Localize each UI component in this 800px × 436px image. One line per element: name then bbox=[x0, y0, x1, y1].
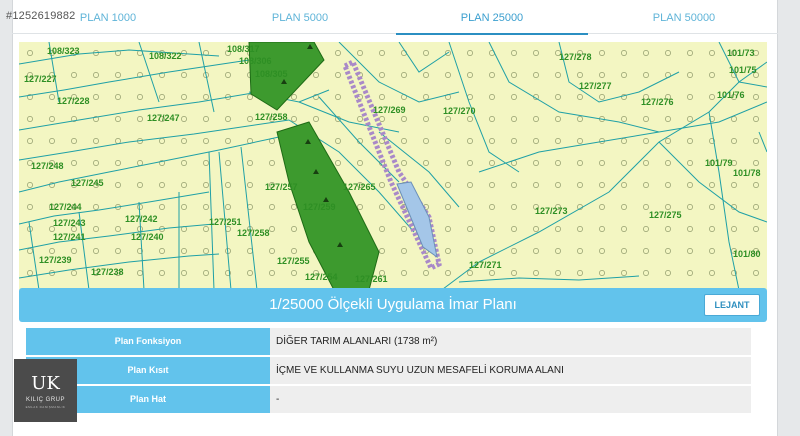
parcel-label: 127/259 bbox=[303, 202, 336, 212]
parcel-label: 127/275 bbox=[649, 210, 682, 220]
legend-button[interactable]: LEJANT bbox=[704, 294, 760, 316]
parcel-label: 101/73 bbox=[727, 48, 755, 58]
tab-plan-50000[interactable]: PLAN 50000 bbox=[588, 0, 780, 34]
agency-logo-watermark: UK KILIÇ GRUP EMLAK DANIŞMANLIK bbox=[14, 359, 77, 422]
logo-mark: UK bbox=[31, 373, 60, 394]
parcel-label: 108/306 bbox=[239, 56, 272, 66]
zoning-map-canvas: 108/323 108/322 108/317 108/306 108/305 127/2… bbox=[19, 42, 767, 290]
parcel-label: 127/247 bbox=[147, 113, 180, 123]
parcel-label: 127/238 bbox=[91, 267, 124, 277]
plan-title-bar: 1/25000 Ölçekli Uygulama İmar Planı LEJA… bbox=[19, 288, 767, 322]
parcel-label: 127/261 bbox=[355, 274, 388, 284]
parcel-label: 101/75 bbox=[729, 65, 757, 75]
parcel-label: 108/317 bbox=[227, 44, 260, 54]
info-value: İÇME VE KULLANMA SUYU UZUN MESAFELİ KORU… bbox=[270, 357, 751, 384]
parcel-label: 127/276 bbox=[641, 97, 674, 107]
parcel-label: 127/241 bbox=[53, 232, 86, 242]
parcel-label: 127/258 bbox=[255, 112, 288, 122]
parcel-label: 127/248 bbox=[31, 161, 64, 171]
parcel-label: 101/80 bbox=[733, 249, 761, 259]
parcel-label: 127/239 bbox=[39, 255, 72, 265]
parcel-label: 127/242 bbox=[125, 214, 158, 224]
parcel-label: 101/78 bbox=[733, 168, 761, 178]
parcel-label: 127/227 bbox=[24, 74, 57, 84]
parcel-label: 101/79 bbox=[705, 158, 733, 168]
parcel-label: 127/254 bbox=[305, 272, 338, 282]
parcel-label: 127/270 bbox=[443, 106, 476, 116]
parcel-label: 127/257 bbox=[265, 182, 298, 192]
parcel-label: 127/243 bbox=[53, 218, 86, 228]
parcel-label: 108/305 bbox=[255, 69, 288, 79]
parcel-label: 108/322 bbox=[149, 51, 182, 61]
parcel-label: 127/273 bbox=[535, 206, 568, 216]
zoning-map[interactable]: 108/323 108/322 108/317 108/306 108/305 127/2… bbox=[19, 42, 767, 290]
parcel-label: 127/251 bbox=[209, 217, 242, 227]
parcel-label: 127/265 bbox=[343, 182, 376, 192]
parcel-label: 127/271 bbox=[469, 260, 502, 270]
logo-name: KILIÇ GRUP bbox=[25, 397, 65, 403]
parcel-label: 127/245 bbox=[71, 178, 104, 188]
info-row-line: Plan Hat - bbox=[26, 386, 751, 413]
info-row-function: Plan Fonksiyon DİĞER TARIM ALANLARI (173… bbox=[26, 328, 751, 355]
parcel-label: 127/269 bbox=[373, 105, 406, 115]
parcel-label: 127/228 bbox=[57, 96, 90, 106]
parcel-label: 127/255 bbox=[277, 256, 310, 266]
info-label: Plan Fonksiyon bbox=[26, 328, 270, 355]
parcel-label: 127/240 bbox=[131, 232, 164, 242]
parcel-label: 127/244 bbox=[49, 202, 82, 212]
info-row-constraint: Plan Kısıt İÇME VE KULLANMA SUYU UZUN ME… bbox=[26, 357, 751, 384]
parcel-label: 127/278 bbox=[559, 52, 592, 62]
tab-plan-25000[interactable]: PLAN 25000 bbox=[396, 0, 588, 35]
info-value: DİĞER TARIM ALANLARI (1738 m²) bbox=[270, 328, 751, 355]
logo-subtitle: EMLAK DANIŞMANLIK bbox=[25, 405, 66, 409]
parcel-label: 127/258 bbox=[237, 228, 270, 238]
info-value: - bbox=[270, 386, 751, 413]
parcel-label: 108/323 bbox=[47, 46, 80, 56]
plan-scale-tabs: PLAN 1000 PLAN 5000 PLAN 25000 PLAN 5000… bbox=[12, 0, 780, 35]
listing-id: #1252619882 bbox=[6, 10, 76, 22]
parcel-label: 127/277 bbox=[579, 81, 612, 91]
tab-plan-5000[interactable]: PLAN 5000 bbox=[204, 0, 396, 34]
plan-title: 1/25000 Ölçekli Uygulama İmar Planı bbox=[269, 296, 517, 313]
parcel-label: 101/76 bbox=[717, 90, 745, 100]
